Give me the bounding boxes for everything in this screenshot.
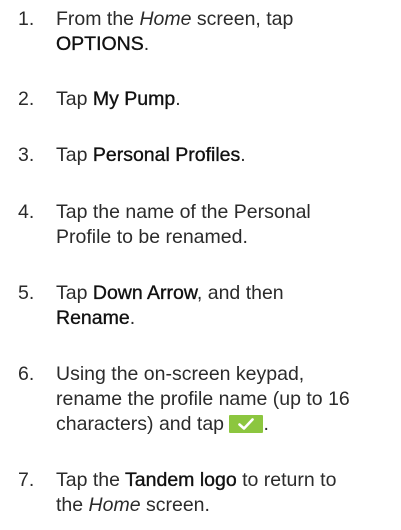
check-icon (229, 415, 264, 433)
step-number: 1. (18, 8, 35, 30)
step-number: 6. (18, 363, 35, 385)
text: Tap (56, 282, 93, 304)
step-number: 3. (18, 144, 35, 166)
text: Profile to be renamed. (56, 226, 248, 248)
step-text: Tap My Pump. (56, 87, 396, 112)
text: Tap (56, 144, 93, 166)
ui-label-tandem-logo: Tandem logo (125, 469, 237, 491)
text: screen, tap (191, 8, 294, 30)
text: rename the profile name (up to 16 (56, 388, 350, 410)
text: the (56, 494, 89, 516)
text: Tap the (56, 469, 126, 491)
step-text: Tap Down Arrow, and then Rename. (56, 281, 396, 331)
screen-name: Home (139, 8, 192, 30)
ui-label-options: OPTIONS (56, 33, 144, 55)
text: , and then (196, 282, 284, 304)
text: . (143, 33, 150, 55)
text: Using the on-screen keypad, (56, 363, 305, 385)
ui-label-my-pump: My Pump (92, 88, 176, 110)
text: Tap (56, 88, 93, 110)
text: Tap the name of the Personal (56, 201, 311, 223)
step-text: Using the on-screen keypad, rename the p… (56, 362, 396, 437)
step-number: 7. (18, 469, 35, 491)
ui-label-down-arrow: Down Arrow (92, 282, 197, 304)
text: From the (56, 8, 140, 30)
step-text: From the Home screen, tap OPTIONS. (56, 7, 396, 57)
text: screen. (140, 494, 210, 516)
screen-name: Home (88, 494, 141, 516)
step-text: Tap the Tandem logo to return to the Hom… (56, 468, 396, 518)
ui-label-personal-profiles: Personal Profiles (92, 144, 241, 166)
step-number: 2. (18, 88, 35, 110)
text: characters) and tap (56, 413, 230, 435)
text: . (175, 88, 181, 110)
text: . (129, 307, 136, 329)
ui-label-rename: Rename (56, 307, 130, 329)
text: to return to (236, 469, 337, 491)
step-text: Tap the name of the Personal Profile to … (56, 200, 396, 250)
step-number: 5. (18, 282, 35, 304)
text: . (263, 413, 269, 435)
step-number: 4. (18, 201, 35, 223)
text: . (240, 144, 246, 166)
step-text: Tap Personal Profiles. (56, 143, 396, 168)
